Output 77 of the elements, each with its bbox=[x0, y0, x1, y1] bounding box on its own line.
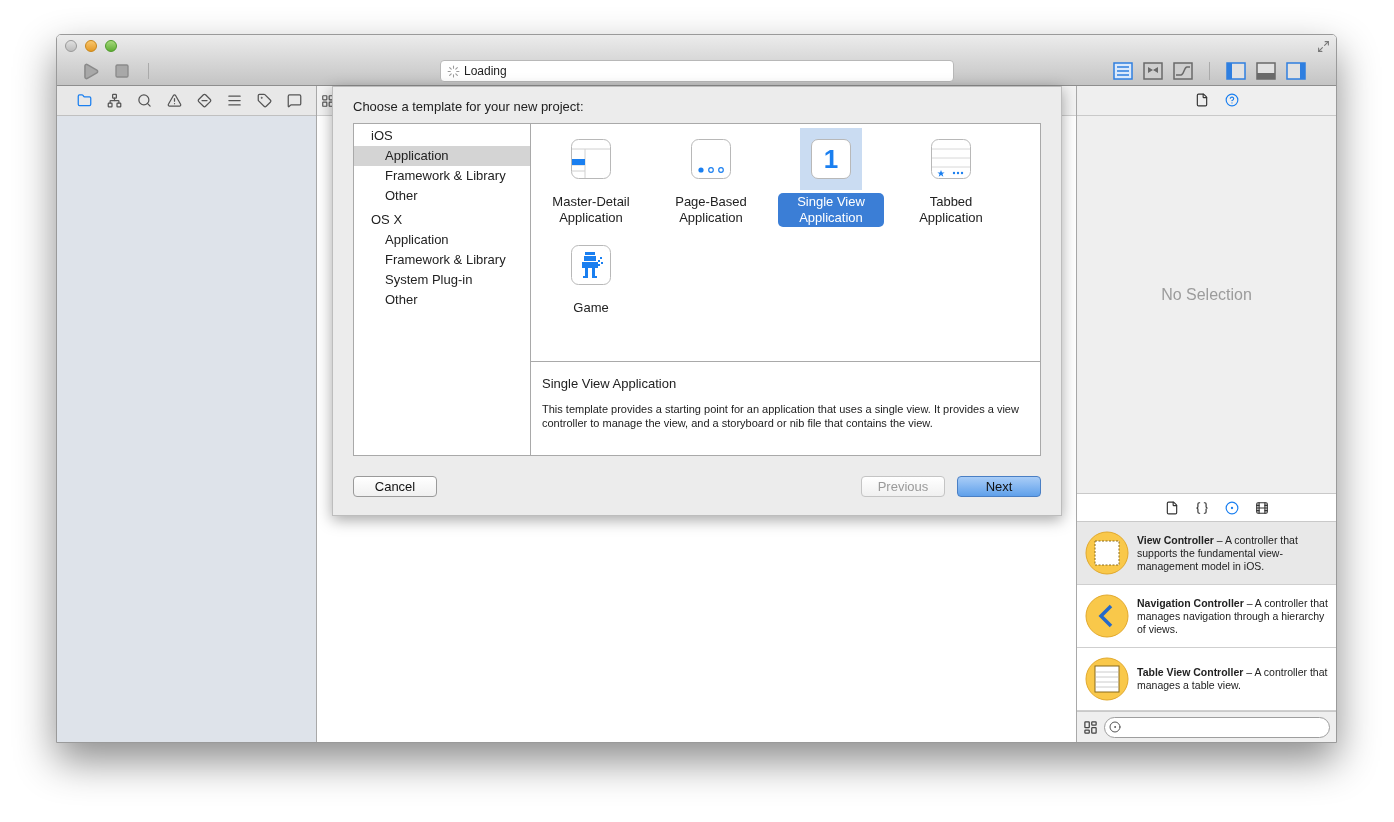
library-tab[interactable] bbox=[1194, 500, 1209, 515]
speech-bubble-icon bbox=[286, 93, 302, 108]
stop-icon[interactable] bbox=[114, 63, 130, 79]
hierarchy-icon bbox=[106, 93, 122, 108]
sheet-title: Choose a template for your new project: bbox=[353, 98, 585, 116]
page-dots-icon bbox=[691, 139, 731, 179]
warning-icon bbox=[166, 93, 182, 108]
document-icon bbox=[1164, 500, 1179, 515]
activity-text: Loading bbox=[464, 63, 507, 80]
zoom-button[interactable] bbox=[105, 40, 117, 52]
tab-bar-icon bbox=[931, 139, 971, 179]
editor-mode-button[interactable] bbox=[1173, 62, 1193, 80]
diamond-icon bbox=[196, 93, 212, 108]
tag-icon bbox=[256, 93, 272, 108]
search-icon bbox=[136, 93, 152, 108]
spinner-icon bbox=[447, 64, 460, 78]
category-item[interactable]: Other bbox=[354, 186, 530, 206]
split-view-icon bbox=[571, 139, 611, 179]
editor-mode-button[interactable] bbox=[1113, 62, 1133, 80]
lines-icon bbox=[1113, 62, 1133, 80]
document-icon bbox=[1194, 93, 1209, 108]
template-option[interactable]: 1 Single View Application bbox=[771, 128, 891, 234]
help-icon bbox=[1224, 93, 1239, 108]
category-header: iOS bbox=[370, 127, 394, 146]
library-item[interactable]: View Controller – A controller that supports the fundamental view-management model in iOS. bbox=[1077, 522, 1336, 586]
filter-field[interactable] bbox=[1104, 716, 1330, 738]
template-label: Single View Application bbox=[778, 193, 884, 227]
library-item-text: Table View Controller – A controller that manages a table view. bbox=[1137, 666, 1329, 693]
library-item-text: View Controller – A controller that supports the fundamental view-management model in iOS. bbox=[1137, 533, 1299, 573]
category-item[interactable]: Framework & Library bbox=[354, 166, 530, 186]
description-text: This template provides a starting point for an application that uses a single view. It provides a view controller to manage the view, and a storyboard or nib file that contains the view. bbox=[542, 401, 1020, 430]
library-tab[interactable] bbox=[1254, 500, 1269, 515]
sheet-button[interactable]: Cancel bbox=[353, 476, 437, 497]
category-item[interactable]: Application bbox=[354, 230, 530, 250]
view-toggle-button[interactable] bbox=[1286, 62, 1306, 80]
category-item[interactable]: Framework & Library bbox=[354, 250, 530, 270]
category-header: OS X bbox=[370, 211, 404, 230]
table-icon bbox=[1085, 657, 1129, 702]
fullscreen-icon[interactable] bbox=[1317, 39, 1330, 53]
curve-icon bbox=[1173, 62, 1193, 80]
template-option[interactable]: Master-Detail Application bbox=[531, 128, 651, 234]
empty-state-text: No Selection bbox=[1161, 284, 1252, 305]
view-toggle-button[interactable] bbox=[1256, 62, 1276, 80]
category-item[interactable]: Other bbox=[354, 290, 530, 310]
filter-icon bbox=[1109, 721, 1121, 734]
robot-sprite-icon bbox=[571, 245, 611, 285]
minimize-button[interactable] bbox=[85, 40, 97, 52]
right-panel-icon bbox=[1286, 62, 1306, 80]
view-toggle-button[interactable] bbox=[1226, 62, 1246, 80]
template-label: Tabbed Application bbox=[918, 193, 984, 227]
template-label: Game bbox=[572, 299, 610, 317]
category-item[interactable]: Application bbox=[354, 146, 530, 166]
template-option[interactable]: Game bbox=[531, 234, 651, 340]
library-item-text: Navigation Controller – A controller that manages navigation through a hierarchy of views. bbox=[1137, 596, 1329, 636]
left-panel-icon bbox=[1226, 62, 1246, 80]
category-item[interactable]: System Plug-in bbox=[354, 270, 530, 290]
single-view-icon: 1 bbox=[811, 139, 851, 179]
template-label: Master-Detail Application bbox=[551, 193, 631, 227]
editor-mode-button[interactable] bbox=[1143, 62, 1163, 80]
template-option[interactable]: Page-Based Application bbox=[651, 128, 771, 234]
run-icon[interactable] bbox=[81, 61, 100, 81]
braces-icon bbox=[1194, 500, 1209, 515]
description-title: Single View Application bbox=[542, 375, 678, 393]
template-option[interactable]: Tabbed Application bbox=[891, 128, 1011, 234]
folder-icon bbox=[76, 93, 92, 108]
grid-icon[interactable] bbox=[1083, 719, 1098, 735]
bow-tie-icon bbox=[1143, 62, 1163, 80]
target-icon bbox=[1224, 500, 1239, 515]
film-icon bbox=[1254, 500, 1269, 515]
list-icon bbox=[226, 93, 242, 108]
template-label: Page-Based Application bbox=[674, 193, 748, 227]
back-chevron-icon bbox=[1085, 594, 1129, 639]
bottom-panel-icon bbox=[1256, 62, 1276, 80]
inspector-tab[interactable] bbox=[1194, 93, 1209, 108]
close-button[interactable] bbox=[65, 40, 77, 52]
sheet-button[interactable]: Next bbox=[957, 476, 1041, 497]
library-tab[interactable] bbox=[1164, 500, 1179, 515]
